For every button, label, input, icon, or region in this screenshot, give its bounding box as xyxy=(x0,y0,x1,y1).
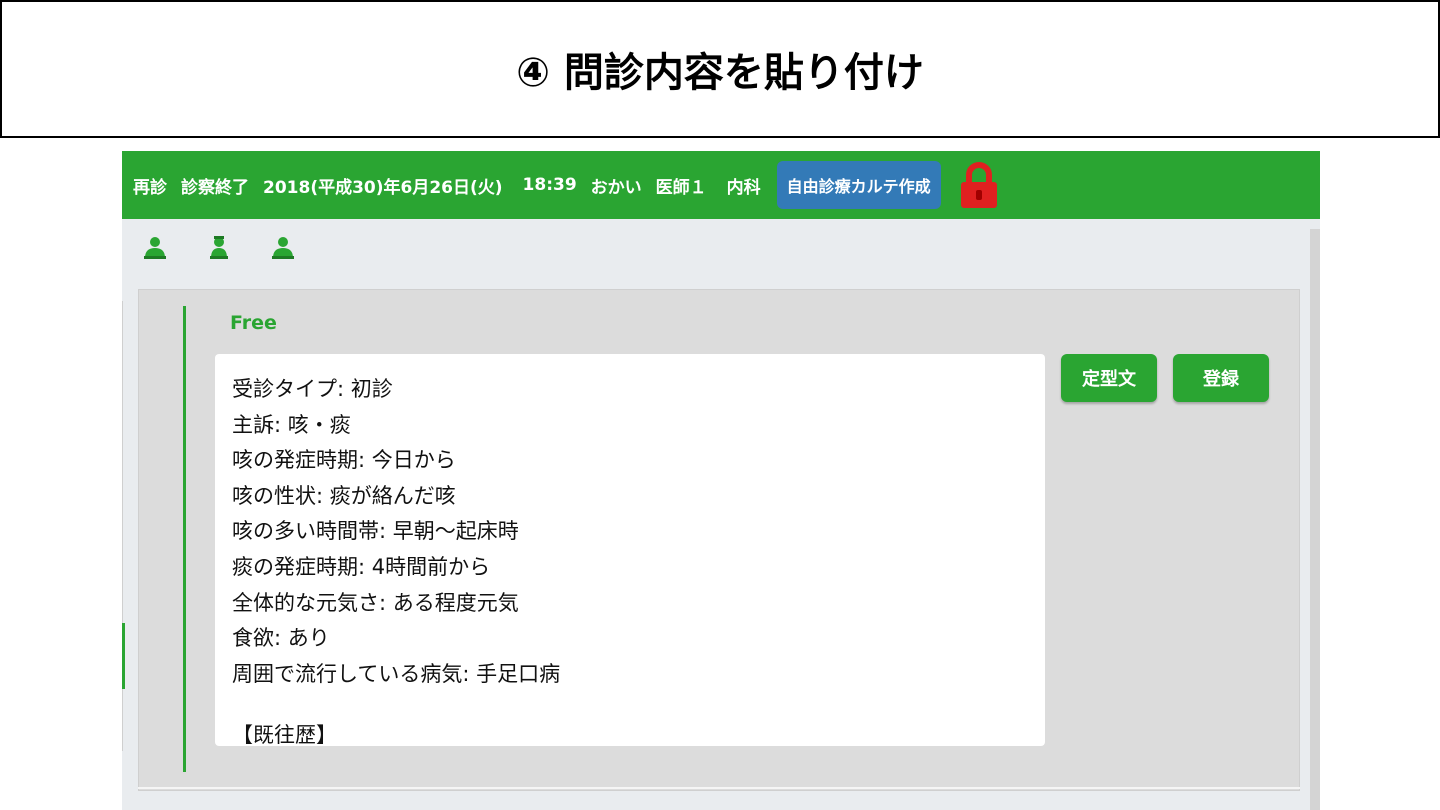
note-line: 周囲で流行している病気: 手足口病 xyxy=(232,661,561,686)
note-line: 主訴: 咳・痰 xyxy=(232,412,351,437)
person-icon[interactable] xyxy=(142,234,168,260)
slide-title: ④ 問診内容を貼り付け xyxy=(516,50,924,96)
visit-time: 18:39 xyxy=(522,175,577,195)
note-line-partial: 【既往歴】 xyxy=(232,723,337,746)
note-line: 咳の多い時間帯: 早朝〜起床時 xyxy=(232,519,519,544)
note-line: 痰の発症時期: 4時間前から xyxy=(232,554,491,579)
free-note-textarea[interactable]: 受診タイプ: 初診 主訴: 咳・痰 咳の発症時期: 今日から 咳の性状: 痰が絡… xyxy=(215,354,1045,746)
slide-title-box: ④ 問診内容を貼り付け xyxy=(0,0,1440,138)
person-icon[interactable] xyxy=(270,234,296,260)
left-active-marker xyxy=(122,623,125,689)
free-chart-create-button[interactable]: 自由診療カルテ作成 xyxy=(776,161,941,209)
template-text-button[interactable]: 定型文 xyxy=(1061,354,1157,402)
vertical-scrollbar[interactable] xyxy=(1310,229,1320,810)
note-line: 受診タイプ: 初診 xyxy=(232,377,393,401)
person-icon[interactable] xyxy=(206,234,232,260)
register-button[interactable]: 登録 xyxy=(1173,354,1269,402)
note-blank-line xyxy=(232,692,1045,718)
participant-icons xyxy=(142,234,334,260)
record-header-bar: 再診 診察終了 2018(平成30)年6月26日(火) 18:39 おかい 医師… xyxy=(122,151,1320,219)
padlock-icon[interactable] xyxy=(959,161,999,209)
doctor-name: 医師１ xyxy=(655,177,707,198)
visit-status: 診察終了 xyxy=(181,177,249,198)
emr-app: 再診 診察終了 2018(平成30)年6月26日(火) 18:39 おかい 医師… xyxy=(122,151,1320,810)
department: 内科 xyxy=(726,177,761,198)
note-line: 咳の発症時期: 今日から xyxy=(232,448,456,473)
note-line: 咳の性状: 痰が絡んだ咳 xyxy=(232,483,456,508)
free-note-panel: Free 受診タイプ: 初診 主訴: 咳・痰 咳の発症時期: 今日から 咳の性状… xyxy=(138,289,1300,791)
visit-date: 2018(平成30)年6月26日(火) xyxy=(263,177,503,198)
free-section-label: Free xyxy=(230,312,277,334)
visit-type: 再診 xyxy=(133,177,167,198)
note-line: 全体的な元気さ: ある程度元気 xyxy=(232,590,519,615)
patient-name: おかい xyxy=(590,177,642,198)
panel-bottom-edge xyxy=(138,787,1300,789)
panel-accent-line xyxy=(183,306,186,772)
note-line: 食欲: あり xyxy=(232,626,330,651)
